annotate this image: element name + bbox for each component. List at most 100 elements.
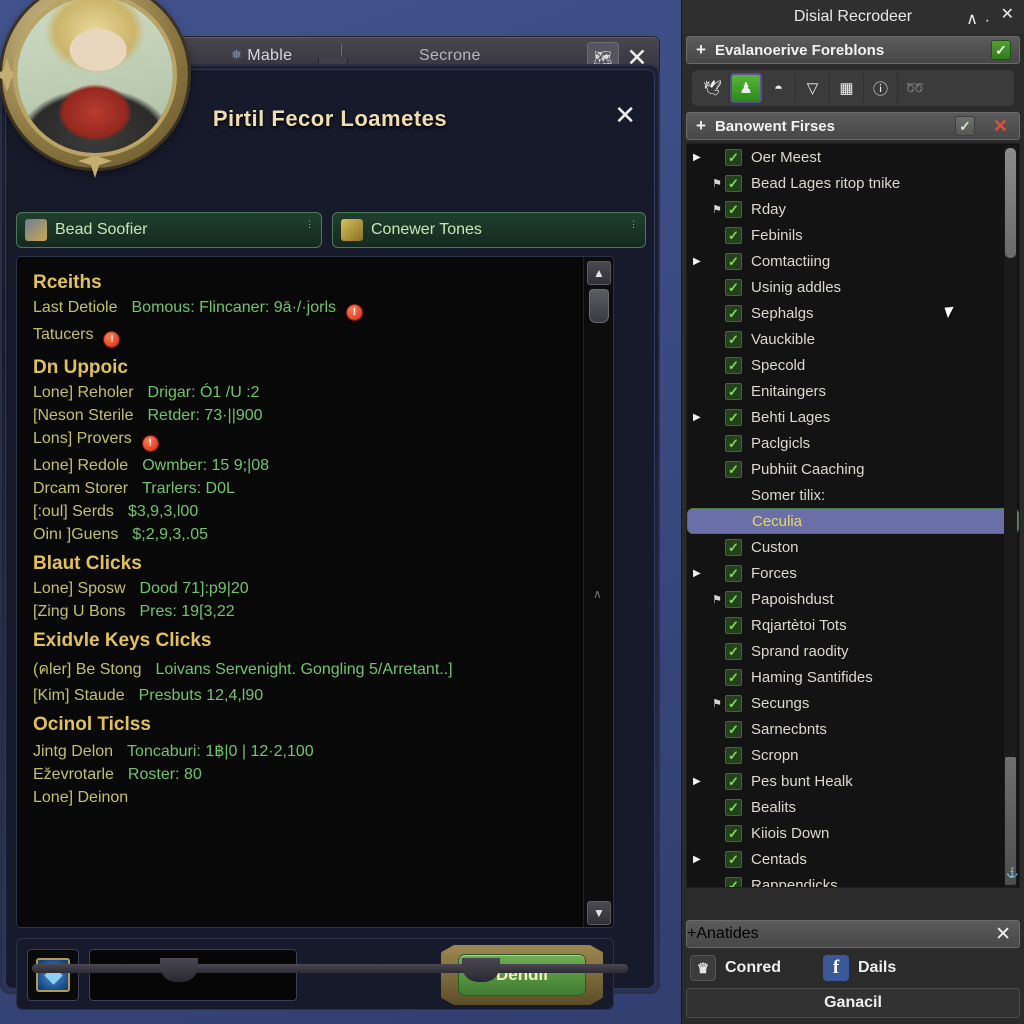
bird-icon[interactable]: 🕊 (696, 73, 730, 103)
footer-plus-icon[interactable]: + (687, 925, 696, 943)
checkbox-checked-icon[interactable]: ✓ (725, 408, 742, 426)
expand-plus-icon[interactable]: + (696, 40, 706, 60)
list-item[interactable]: ⚑ ✓ Bead Lages ritop tnike (687, 170, 1019, 196)
chevron-right-icon[interactable]: ▶ (693, 854, 709, 865)
addon-list-scrollbar[interactable]: ⚓ (1004, 146, 1018, 887)
chevron-dots-icon[interactable]: ⋮ (305, 220, 314, 229)
checkbox-checked-icon[interactable]: ✓ (725, 330, 742, 348)
list-item[interactable]: ⚑ ✓ Papoishdust (687, 586, 1019, 612)
funnel-icon[interactable]: ▽ (796, 73, 830, 103)
list-item[interactable]: ✓ Enitaingers (687, 378, 1019, 404)
chevron-right-icon[interactable]: ▶ (693, 152, 709, 163)
checkbox-checked-icon[interactable]: ✓ (725, 382, 742, 400)
warning-icon[interactable]: ! (103, 331, 121, 348)
checkbox-empty[interactable] (726, 513, 743, 530)
checkbox-checked-icon[interactable]: ✓ (725, 148, 742, 166)
checkbox-checked-icon[interactable]: ✓ (725, 668, 742, 686)
checkbox-checked-icon[interactable]: ✓ (725, 356, 742, 374)
checkbox-checked-icon[interactable]: ✓ (725, 616, 742, 634)
footer-bar[interactable]: + Anatides ✕ (686, 920, 1020, 948)
tab-mable[interactable]: ❅ Mable (231, 47, 292, 65)
pin-icon[interactable]: ⚑ (709, 177, 725, 190)
info-icon[interactable]: ⓘ (864, 73, 898, 103)
section-plus-icon[interactable]: + (696, 116, 706, 136)
list-item[interactable]: ▶ ✓ Oer Meest (687, 144, 1019, 170)
addon-list[interactable]: ▶ ✓ Oer Meest ⚑ ✓ Bead Lages ritop tnike ⚑ ✓ Rda… (686, 143, 1020, 888)
checkbox-checked-icon[interactable]: ✓ (725, 746, 742, 764)
list-item[interactable]: ⚑ ✓ Secungs (687, 690, 1019, 716)
checkbox-checked-icon[interactable]: ✓ (725, 174, 742, 192)
list-item[interactable]: ✓ Sephalgs (687, 300, 1019, 326)
section-header-bar[interactable]: + Banowent Firses ✓ ✕ (686, 112, 1020, 140)
chevron-right-icon[interactable]: ▶ (693, 256, 709, 267)
list-item[interactable]: ✓ Kiiois Down (687, 820, 1019, 846)
list-item[interactable]: ✓ Sarnecbnts (687, 716, 1019, 742)
ganacil-button[interactable]: Ganacil (686, 988, 1020, 1018)
picture-icon[interactable]: ▦ (830, 73, 864, 103)
checkbox-checked-icon[interactable]: ✓ (725, 278, 742, 296)
warning-icon[interactable]: ! (346, 304, 364, 321)
addon-scrollbar-thumb[interactable] (1005, 148, 1016, 258)
dropdown-conewer-tones[interactable]: Conewer Tones ⋮ (332, 212, 646, 248)
list-item[interactable]: Ceculia (687, 508, 1019, 534)
footer-close-icon[interactable]: ✕ (995, 923, 1011, 946)
checkbox-checked-icon[interactable]: ✓ (725, 460, 742, 478)
checkbox-checked-icon[interactable]: ✓ (725, 850, 742, 868)
content-scrollbar[interactable]: ▲ ∧ ▼ (583, 257, 613, 927)
dropdown-bead-soofier[interactable]: Bead Soofier ⋮ (16, 212, 322, 248)
list-item[interactable]: ✓ Rqjartètoi Tots (687, 612, 1019, 638)
list-item[interactable]: ✓ Febinils (687, 222, 1019, 248)
list-item[interactable]: ✓ Vauckible (687, 326, 1019, 352)
checkbox-checked-icon[interactable]: ✓ (725, 876, 742, 887)
checkbox-checked-icon[interactable]: ✓ (725, 226, 742, 244)
panel-close-icon[interactable]: ✕ (614, 100, 636, 131)
addon-close-icon[interactable]: ✕ (1001, 4, 1014, 24)
list-item[interactable]: ✓ Rappendicks (687, 872, 1019, 887)
checkbox-checked-icon[interactable]: ✓ (725, 798, 742, 816)
list-item[interactable]: ▶ ✓ Pes bunt Healk (687, 768, 1019, 794)
wing-icon[interactable]: ➿ (898, 73, 932, 103)
pin-icon[interactable]: ⚑ (709, 593, 725, 606)
list-item[interactable]: ▶ ✓ Comtactiing (687, 248, 1019, 274)
list-item[interactable]: ✓ Bealits (687, 794, 1019, 820)
list-item[interactable]: ▶ ✓ Centads (687, 846, 1019, 872)
list-item[interactable]: ✓ Haming Santifides (687, 664, 1019, 690)
warning-icon[interactable]: ! (141, 435, 159, 452)
list-item[interactable]: ✓ Paclgicls (687, 430, 1019, 456)
list-item[interactable]: ✓ Custon (687, 534, 1019, 560)
scroll-down-icon[interactable]: ▼ (587, 901, 611, 925)
avatar[interactable] (0, 0, 188, 178)
checkbox-checked-icon[interactable]: ✓ (725, 304, 742, 322)
chevron-right-icon[interactable]: ▶ (693, 412, 709, 423)
list-item[interactable]: ✓ Sprand raodity (687, 638, 1019, 664)
scroll-up-icon[interactable]: ▲ (587, 261, 611, 285)
chevron-right-icon[interactable]: ▶ (693, 776, 709, 787)
minimize-icon[interactable]: ∧ (966, 9, 978, 29)
chevron-dots-icon-2[interactable]: ⋮ (629, 220, 638, 229)
list-item[interactable]: ⚑ ✓ Rday (687, 196, 1019, 222)
checkbox-checked-icon[interactable]: ✓ (725, 720, 742, 738)
list-item[interactable]: Somer tilix: (687, 482, 1019, 508)
pin-icon[interactable]: ⚑ (709, 203, 725, 216)
list-item[interactable]: ▶ ✓ Behti Lages (687, 404, 1019, 430)
list-item[interactable]: ✓ Usinig addles (687, 274, 1019, 300)
pot-icon[interactable]: ◓ (762, 73, 796, 103)
chevron-right-icon[interactable]: ▶ (693, 568, 709, 579)
checkbox-checked-icon[interactable]: ✓ (725, 642, 742, 660)
checkbox-checked-icon[interactable]: ✓ (725, 200, 742, 218)
checkbox-checked-icon[interactable]: ✓ (725, 772, 742, 790)
tab-secrone[interactable]: Secrone (419, 47, 481, 65)
scrollbar-thumb[interactable] (589, 289, 609, 323)
checkbox-empty[interactable] (725, 487, 742, 504)
list-item[interactable]: ▶ ✓ Forces (687, 560, 1019, 586)
checkbox-checked-icon[interactable]: ✓ (725, 824, 742, 842)
chess-piece-icon[interactable]: ♟ (730, 73, 762, 103)
list-item[interactable]: ✓ Scropn (687, 742, 1019, 768)
checkbox-checked-icon[interactable]: ✓ (725, 252, 742, 270)
social-dails[interactable]: f Dails (823, 955, 896, 981)
addon-scrollbar-lower[interactable] (1005, 757, 1016, 885)
checkbox-checked-icon[interactable]: ✓ (725, 538, 742, 556)
checkbox-checked-icon[interactable]: ✓ (725, 694, 742, 712)
social-conred[interactable]: ♛ Conred (690, 955, 781, 981)
checkbox-checked-icon[interactable]: ✓ (725, 434, 742, 452)
